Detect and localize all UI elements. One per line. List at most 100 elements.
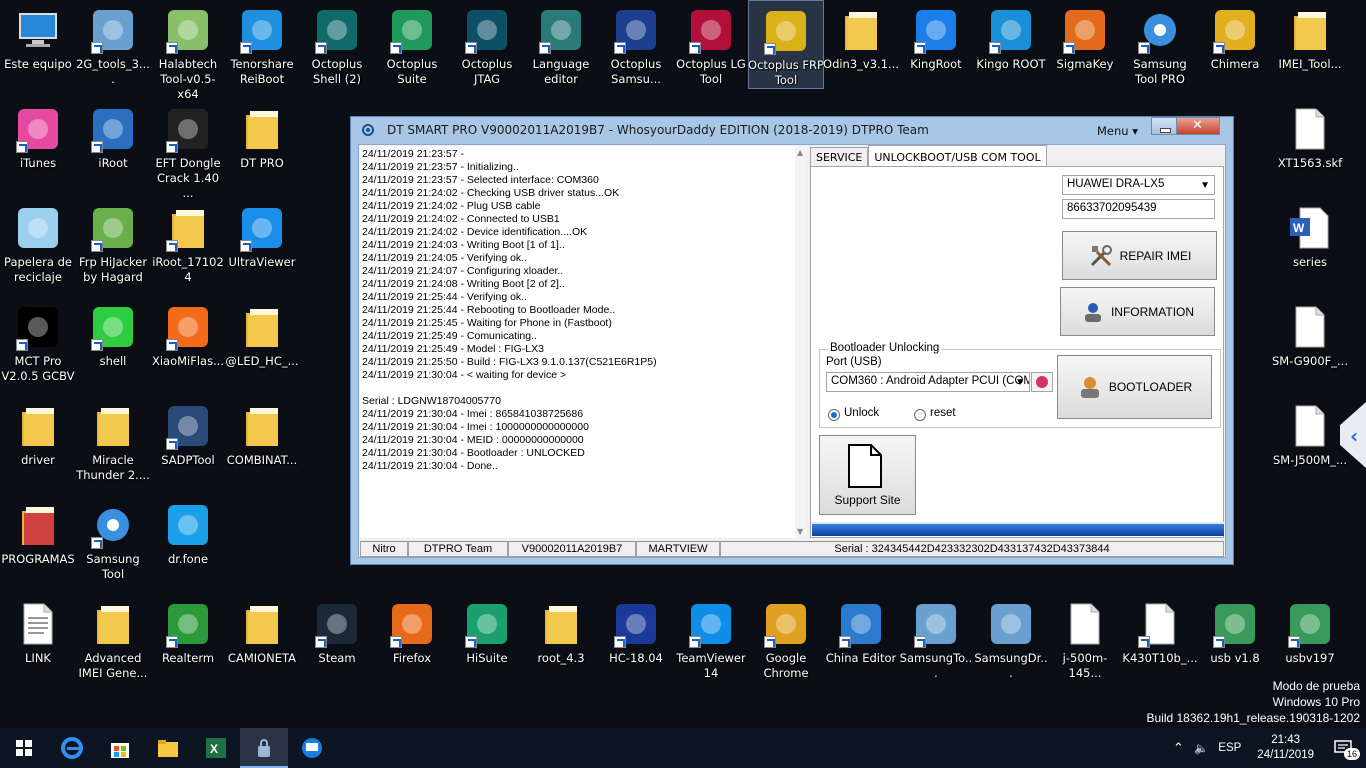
repair-imei-button[interactable]: REPAIR IMEI — [1062, 231, 1217, 280]
desktop-icon-recycle-bin[interactable]: Papelera de reciclaje — [0, 198, 76, 285]
minimize-button[interactable] — [1151, 117, 1177, 135]
shortcut-arrow-icon — [614, 636, 626, 648]
close-button[interactable] — [1176, 117, 1220, 135]
clock[interactable]: 21:43 24/11/2019 — [1257, 733, 1314, 763]
desktop-icon-usb-app[interactable]: usb v1.8 — [1197, 594, 1273, 666]
refresh-port-button[interactable] — [1031, 372, 1053, 392]
tab-service[interactable]: SERVICE — [810, 147, 869, 167]
menu-dropdown-button[interactable]: Menu ▾ — [1097, 124, 1138, 138]
desktop-icon-gear[interactable]: Samsung Tool PRO — [1122, 0, 1198, 87]
desktop-icon-usb-app[interactable]: usbv197 — [1272, 594, 1348, 666]
desktop-icon-label: HiSuite — [466, 651, 508, 665]
desktop-icon-programs-folder[interactable]: PROGRAMAS — [0, 495, 76, 567]
input-language[interactable]: ESP — [1218, 742, 1241, 754]
log-output[interactable]: 24/11/2019 21:23:57 - 24/11/2019 21:23:5… — [360, 146, 806, 538]
taskbar-excel[interactable]: X — [192, 728, 240, 768]
desktop-icon-octoplus-suite[interactable]: Octoplus Suite — [374, 0, 450, 87]
desktop-icon-china-editor[interactable]: China Editor — [823, 594, 899, 666]
shortcut-arrow-icon — [91, 339, 103, 351]
desktop-icon-file[interactable]: SM-J500M_... — [1272, 396, 1348, 468]
desktop-icon-play[interactable]: shell — [75, 297, 151, 369]
desktop-icon-frp-hijacker[interactable]: Frp HiJacker by Hagard — [75, 198, 151, 285]
desktop-icon-paw[interactable]: EFT Dongle Crack 1.40 ... — [150, 99, 226, 201]
taskbar-ultraviewer[interactable] — [288, 728, 336, 768]
desktop-icon-octoplus-samsung[interactable]: Octoplus Samsu... — [598, 0, 674, 87]
desktop-icon-teamviewer[interactable]: TeamViewer 14 — [673, 594, 749, 681]
imei-input[interactable]: 86633702095439 — [1062, 199, 1215, 219]
desktop-icon-sigmakey[interactable]: SigmaKey — [1047, 0, 1123, 72]
desktop-icon-file[interactable]: K430T10b_... — [1122, 594, 1198, 666]
desktop-icon-reiboot[interactable]: Tenorshare ReiBoot — [224, 0, 300, 87]
bootloader-button[interactable]: BOOTLOADER — [1057, 355, 1212, 419]
desktop-icon-chimera[interactable]: Chimera — [1197, 0, 1273, 72]
desktop-icon-hisuite[interactable]: HiSuite — [449, 594, 525, 666]
desktop-icon-sadp[interactable]: SADPTool — [150, 396, 226, 468]
desktop-icon-mct-pro[interactable]: MCT Pro V2.0.5 GCBV — [0, 297, 76, 384]
tab-unlockboot[interactable]: UNLOCKBOOT/USB COM TOOL — [868, 145, 1047, 167]
desktop-icon-firefox[interactable]: Firefox — [374, 594, 450, 666]
speaker-icon[interactable]: 🔈 — [1194, 741, 1208, 755]
desktop-icon-installer[interactable]: 2G_tools_3.... — [75, 0, 151, 87]
desktop-icon-language-editor[interactable]: Language editor — [523, 0, 599, 87]
desktop-icon-monitor[interactable]: UltraViewer — [224, 198, 300, 270]
desktop-icon-label: SamsungTo... — [899, 651, 973, 680]
desktop-icon-installer-box[interactable]: Halabtech Tool-v0.5-x64 — [150, 0, 226, 102]
taskbar-dt-smart-pro[interactable] — [240, 728, 288, 768]
taskbar-store[interactable] — [96, 728, 144, 768]
desktop-icon-steam[interactable]: Steam — [299, 594, 375, 666]
information-button[interactable]: INFORMATION — [1060, 287, 1215, 336]
desktop-icon-word-doc[interactable]: Wseries — [1272, 198, 1348, 270]
desktop-icon-xiaomi[interactable]: XiaoMiFlas... — [150, 297, 226, 369]
desktop-icon-installer[interactable]: SamsungDr... — [973, 594, 1049, 681]
desktop-icon-kingroot[interactable]: KingRoot — [898, 0, 974, 72]
desktop-icon-iroot-folder[interactable]: iRoot_171024 — [150, 198, 226, 285]
desktop-icon-folder[interactable]: root_4.3 — [523, 594, 599, 666]
desktop-icon-kingo-root[interactable]: Kingo ROOT — [973, 0, 1049, 72]
model-select[interactable]: HUAWEI DRA-LX5 ▼ — [1062, 175, 1215, 195]
notifications-button[interactable]: 16 — [1330, 728, 1361, 768]
desktop-icon-file[interactable]: SM-G900F_... — [1272, 297, 1348, 369]
log-scrollbar[interactable]: ▲ ▼ — [795, 146, 807, 538]
desktop-icon-folder[interactable]: COMBINAT... — [224, 396, 300, 468]
desktop-icon-folder[interactable]: Advanced IMEI Gene... — [75, 594, 151, 681]
scroll-up-icon[interactable]: ▲ — [797, 148, 803, 157]
shortcut-arrow-icon — [914, 636, 926, 648]
port-select[interactable]: COM360 : Android Adapter PCUI (COM360) ▼ — [826, 372, 1030, 392]
desktop-icon-anchor[interactable]: iRoot — [75, 99, 151, 171]
taskbar-edge[interactable] — [48, 728, 96, 768]
desktop-icon-new-wing[interactable]: HC-18.04 — [598, 594, 674, 666]
desktop-icon-folder[interactable]: Odin3_v3.1... — [823, 0, 899, 72]
scroll-down-icon[interactable]: ▼ — [797, 527, 803, 536]
desktop-icon-computer[interactable]: Este equipo — [0, 0, 76, 72]
desktop-icon-folder[interactable]: DT PRO — [224, 99, 300, 171]
desktop-icon-folder[interactable]: @LED_HC_... — [224, 297, 300, 369]
desktop-icon-file[interactable]: XT1563.skf — [1272, 99, 1348, 171]
desktop-icon-realterm[interactable]: Realterm — [150, 594, 226, 666]
start-button[interactable] — [0, 728, 48, 768]
desktop-icon-gear[interactable]: Samsung Tool — [75, 495, 151, 582]
desktop-icon-octoplus-frp[interactable]: Octoplus FRP Tool — [748, 0, 824, 89]
usb-app-icon — [1286, 600, 1334, 648]
desktop-icon-text-file[interactable]: LINK — [0, 594, 76, 666]
desktop-icon-chrome[interactable]: Google Chrome — [748, 594, 824, 681]
shortcut-arrow-icon — [91, 240, 103, 252]
dt-smart-pro-window[interactable]: DT SMART PRO V90002011A2019B7 - Whosyour… — [350, 116, 1234, 565]
desktop-icon-label: Octoplus Samsu... — [610, 57, 662, 86]
desktop-icon-itunes[interactable]: iTunes — [0, 99, 76, 171]
radio-reset[interactable] — [914, 409, 926, 421]
radio-unlock[interactable] — [828, 409, 840, 421]
desktop-icon-folder[interactable]: Miracle Thunder 2.... — [75, 396, 151, 483]
desktop-icon-folder[interactable]: driver — [0, 396, 76, 468]
desktop-icon-file[interactable]: j-500m-145... — [1047, 594, 1123, 681]
desktop-icon-octoplus-jtag[interactable]: Octoplus JTAG — [449, 0, 525, 87]
desktop-icon-drfone[interactable]: dr.fone — [150, 495, 226, 567]
log-line: 24/11/2019 21:24:03 - Writing Boot [1 of… — [362, 239, 565, 251]
desktop-icon-octoplus[interactable]: Octoplus Shell (2) — [299, 0, 375, 87]
taskbar-explorer[interactable] — [144, 728, 192, 768]
desktop-icon-folder[interactable]: CAMIONETA — [224, 594, 300, 666]
chevron-up-icon[interactable]: ⌃ — [1173, 740, 1184, 756]
desktop-icon-octoplus-lg[interactable]: Octoplus LG Tool — [673, 0, 749, 87]
support-site-button[interactable]: Support Site — [819, 435, 916, 515]
desktop-icon-installer[interactable]: SamsungTo... — [898, 594, 974, 681]
desktop-icon-folder[interactable]: IMEI_Tool... — [1272, 0, 1348, 72]
